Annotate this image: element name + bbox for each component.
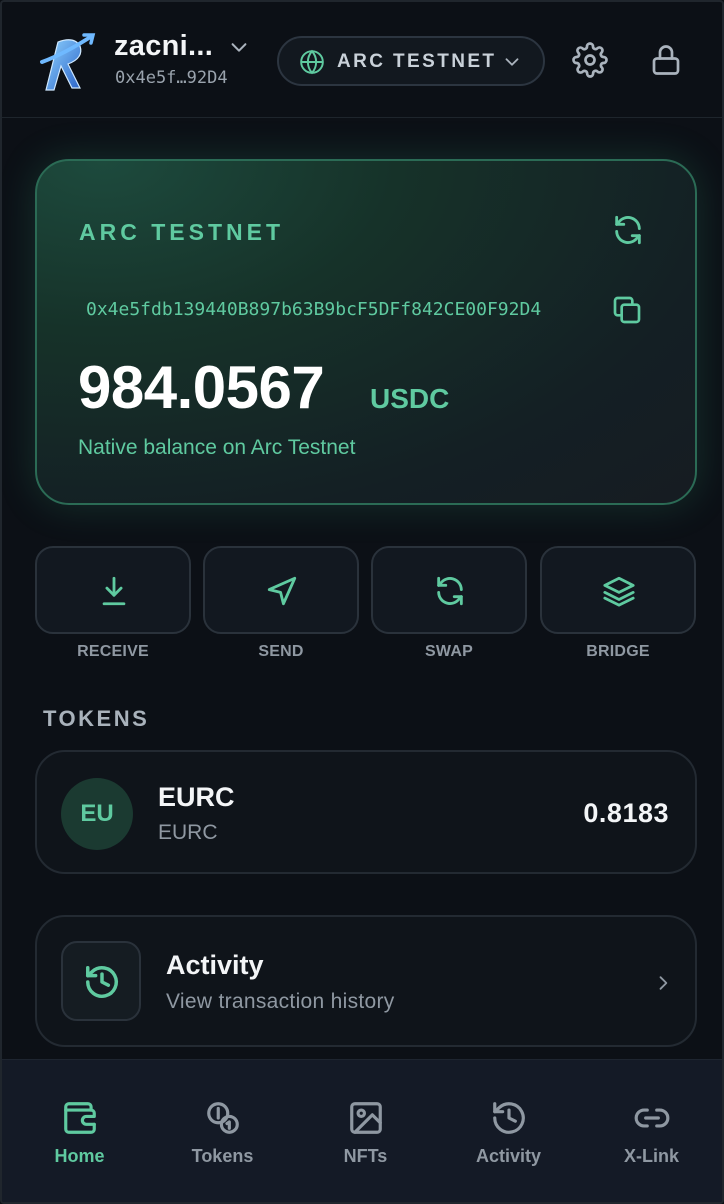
account-address: 0x4e5f…92D4 — [115, 68, 228, 88]
history-icon — [86, 966, 118, 998]
nav-tokens-label: Tokens — [191, 1146, 254, 1166]
logo — [40, 33, 96, 91]
wallet-window: zacni... 0x4e5f…92D4 ARC TESTNET ARC TES… — [0, 0, 724, 1204]
send-button[interactable] — [203, 546, 359, 634]
header: zacni... 0x4e5f…92D4 ARC TESTNET — [2, 2, 722, 118]
gear-icon[interactable] — [572, 42, 608, 78]
coins-icon — [207, 1102, 239, 1134]
globe-icon — [300, 49, 324, 75]
tokens-section-title: TOKENS — [43, 706, 150, 731]
token-symbol: EURC — [158, 782, 235, 812]
nav-xlink[interactable]: X-Link — [580, 1060, 722, 1202]
account-name[interactable]: zacni... — [114, 30, 213, 63]
history-icon — [493, 1102, 525, 1134]
swap-icon — [437, 576, 463, 606]
token-row[interactable]: EU EURC EURC 0.8183 — [35, 750, 697, 874]
bottom-nav: Home Tokens NFTs Activity X-Link — [2, 1059, 722, 1202]
receive-button[interactable] — [35, 546, 191, 634]
token-name: EURC — [158, 821, 218, 844]
chevron-right-icon — [659, 976, 668, 990]
nav-tokens[interactable]: Tokens — [151, 1060, 294, 1202]
nav-nfts[interactable]: NFTs — [294, 1060, 437, 1202]
activity-card[interactable]: Activity View transaction history — [35, 915, 697, 1047]
activity-title: Activity — [166, 950, 264, 980]
card-network-label: ARC TESTNET — [79, 219, 284, 245]
wallet-address: 0x4e5fdb139440B897b63B9bcF5DFf842CE00F92… — [86, 299, 542, 320]
balance-card: ARC TESTNET 0x4e5fdb139440B897b63B9bcF5D… — [35, 159, 697, 505]
activity-icon-box — [61, 941, 141, 1021]
bridge-button[interactable] — [540, 546, 696, 634]
network-selector[interactable]: ARC TESTNET — [277, 36, 545, 86]
nav-activity-label: Activity — [475, 1146, 542, 1166]
nav-home-label: Home — [54, 1146, 105, 1166]
download-icon — [102, 576, 126, 606]
swap-button[interactable] — [371, 546, 527, 634]
chevron-down-icon[interactable] — [228, 36, 250, 58]
balance-amount: 984.0567 — [78, 354, 325, 421]
link-icon — [634, 1108, 670, 1128]
balance-subtitle: Native balance on Arc Testnet — [78, 436, 356, 459]
send-label: SEND — [258, 643, 304, 660]
chevron-down-icon — [505, 58, 519, 66]
token-avatar: EU — [61, 778, 133, 850]
network-label: ARC TESTNET — [337, 51, 497, 72]
copy-icon[interactable] — [611, 294, 643, 326]
token-amount: 0.8183 — [583, 798, 669, 828]
nav-xlink-label: X-Link — [623, 1146, 679, 1166]
balance-unit: USDC — [370, 383, 450, 414]
swap-label: SWAP — [425, 643, 473, 660]
send-icon — [267, 576, 297, 606]
lock-icon[interactable] — [648, 42, 684, 78]
receive-label: RECEIVE — [77, 643, 149, 660]
refresh-icon[interactable] — [611, 213, 645, 247]
layers-icon — [603, 576, 635, 607]
image-icon — [350, 1102, 382, 1134]
nav-home[interactable]: Home — [8, 1060, 151, 1202]
activity-subtitle: View transaction history — [166, 990, 395, 1013]
nav-activity[interactable]: Activity — [437, 1060, 580, 1202]
nav-nfts-label: NFTs — [343, 1146, 388, 1166]
wallet-icon — [64, 1102, 96, 1134]
bridge-label: BRIDGE — [586, 643, 650, 660]
